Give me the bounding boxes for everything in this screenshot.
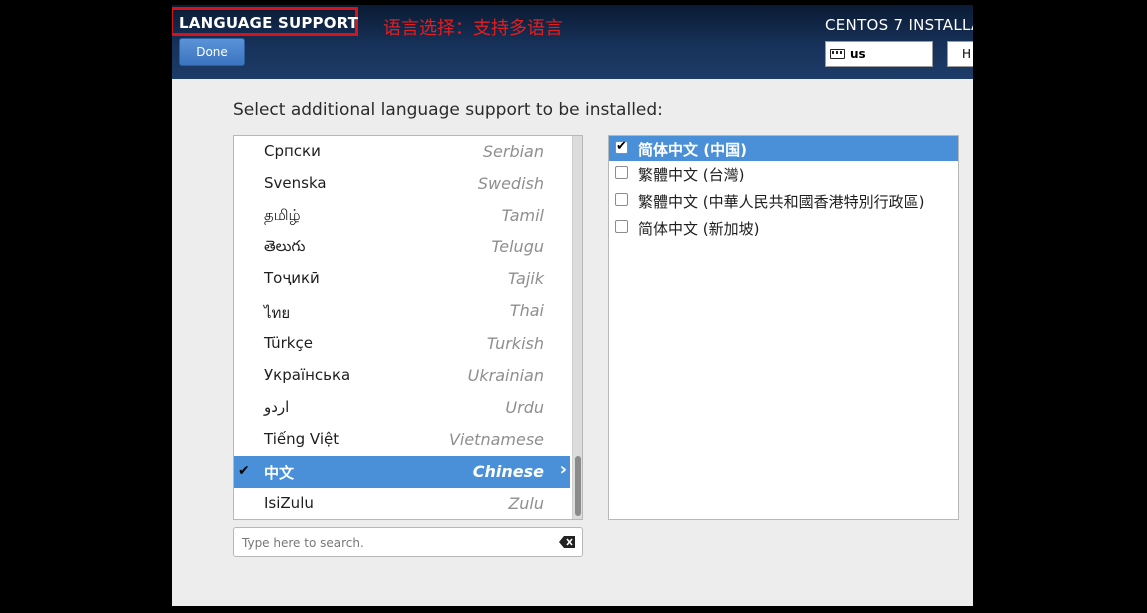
language-native-name: اردو (264, 398, 290, 416)
language-row[interactable]: Українська Ukrainian (234, 360, 570, 392)
search-field[interactable] (233, 527, 583, 558)
language-row[interactable]: ไทย Thai (234, 295, 570, 327)
language-native-name: ไทย (264, 304, 291, 322)
keyboard-layout-label: us (850, 47, 866, 61)
language-english-name: Ukrainian (467, 366, 544, 385)
language-row[interactable]: తెలుగు Telugu (234, 231, 570, 263)
page-title: LANGUAGE SUPPORT (179, 14, 359, 32)
locale-row[interactable]: 繁體中文 (中華人民共和國香港特別行政區) (609, 188, 958, 213)
locale-label: 繁體中文 (台灣) (638, 166, 745, 184)
language-row[interactable]: IsiZulu Zulu (234, 488, 570, 519)
language-native-name: 中文 (264, 464, 295, 482)
locale-checkbox[interactable] (615, 220, 628, 233)
language-native-name: Türkçe (264, 334, 313, 352)
language-english-name: Thai (509, 301, 544, 320)
annotation-text: 语言选择：支持多语言 (383, 18, 563, 39)
language-row[interactable]: Türkçe Turkish (234, 328, 570, 360)
language-english-name: Vietnamese (448, 430, 544, 449)
language-row[interactable]: اردو Urdu (234, 392, 570, 424)
help-button[interactable]: H (947, 41, 973, 67)
language-english-name: Swedish (477, 174, 544, 193)
language-english-name: Turkish (486, 334, 544, 353)
language-list[interactable]: Српски Serbian Svenska Swedish தமிழ் Tamil తెల… (233, 135, 583, 520)
language-english-name: Tamil (501, 206, 544, 225)
checkmark-icon: ✔ (238, 463, 250, 479)
language-native-name: Українська (264, 366, 351, 384)
locale-checkbox[interactable] (615, 139, 628, 154)
language-row[interactable]: தமிழ் Tamil (234, 200, 570, 232)
language-row[interactable]: ✔ 中文 Chinese › (234, 456, 570, 488)
language-native-name: తెలుగు (264, 237, 306, 255)
locale-label: 繁體中文 (中華人民共和國香港特別行政區) (638, 193, 925, 211)
search-input[interactable] (234, 528, 554, 558)
language-row[interactable]: Tiếng Việt Vietnamese (234, 424, 570, 456)
language-native-name: IsiZulu (264, 494, 314, 512)
language-native-name: Svenska (264, 174, 327, 192)
keyboard-layout-indicator[interactable]: us (825, 41, 933, 67)
language-english-name: Zulu (508, 494, 544, 513)
language-native-name: தமிழ் (264, 206, 301, 224)
locale-row[interactable]: 简体中文 (新加坡) (609, 215, 958, 240)
installer-title: CENTOS 7 INSTALLA (825, 16, 973, 34)
locale-label: 简体中文 (新加坡) (638, 220, 760, 238)
locale-row[interactable]: 简体中文 (中国) (609, 136, 958, 161)
scrollbar-thumb[interactable] (575, 456, 581, 516)
language-row[interactable]: Српски Serbian (234, 136, 570, 168)
locale-row[interactable]: 繁體中文 (台灣) (609, 161, 958, 186)
language-list-scrollbar[interactable] (572, 136, 582, 519)
language-row[interactable]: Тоҷикӣ Tajik (234, 263, 570, 295)
done-button[interactable]: Done (179, 38, 245, 66)
header-bar: LANGUAGE SUPPORT 语言选择：支持多语言 Done CENTOS … (172, 5, 973, 79)
locale-checkbox[interactable] (615, 193, 628, 206)
language-english-name: Urdu (505, 398, 544, 417)
language-english-name: Tajik (507, 269, 544, 288)
locale-label: 简体中文 (中国) (638, 141, 747, 159)
language-native-name: Тоҷикӣ (264, 269, 320, 287)
language-row[interactable]: Svenska Swedish (234, 168, 570, 200)
locale-checkbox[interactable] (615, 166, 628, 179)
language-prompt: Select additional language support to be… (233, 100, 663, 120)
language-english-name: Telugu (491, 237, 544, 256)
installer-window: LANGUAGE SUPPORT 语言选择：支持多语言 Done CENTOS … (172, 5, 973, 606)
clear-search-icon[interactable] (559, 536, 575, 548)
language-native-name: Српски (264, 142, 321, 160)
locale-list[interactable]: 简体中文 (中国) 繁體中文 (台灣) 繁體中文 (中華人民共和國香港特別行政區) 简… (608, 135, 959, 520)
language-english-name: Serbian (482, 142, 544, 161)
language-native-name: Tiếng Việt (264, 430, 340, 448)
chevron-right-icon: › (559, 459, 567, 480)
keyboard-icon (830, 49, 845, 59)
language-english-name: Chinese (472, 462, 544, 481)
